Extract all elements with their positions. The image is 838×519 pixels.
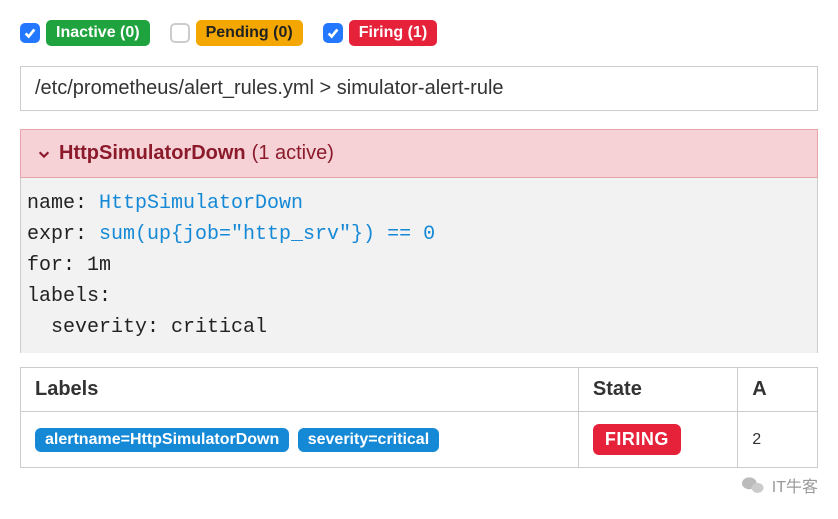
label-alertname-pill: alertname=HttpSimulatorDown: [35, 428, 289, 452]
watermark: IT牛客: [742, 473, 818, 497]
chevron-down-icon: [35, 145, 53, 163]
filter-row: Inactive (0) Pending (0) Firing (1): [20, 20, 818, 46]
code-for-line: for: 1m: [27, 254, 111, 277]
table-header-row: Labels State A: [21, 368, 818, 412]
table-row: alertname=HttpSimulatorDown severity=cri…: [21, 412, 818, 468]
checkbox-pending[interactable]: [170, 23, 190, 43]
cell-last: 2: [738, 412, 818, 468]
code-name-label: name:: [27, 192, 99, 215]
code-expr-label: expr:: [27, 223, 99, 246]
code-name-value: HttpSimulatorDown: [99, 192, 303, 215]
wechat-icon: [742, 476, 764, 494]
check-icon: [326, 26, 340, 40]
alert-header[interactable]: HttpSimulatorDown (1 active): [20, 129, 818, 178]
checkbox-inactive[interactable]: [20, 23, 40, 43]
alerts-table: Labels State A alertname=HttpSimulatorDo…: [20, 367, 818, 468]
filter-pending[interactable]: Pending (0): [170, 20, 303, 46]
pending-badge: Pending (0): [196, 20, 303, 46]
code-labels-line: labels:: [27, 285, 111, 308]
code-expr-value: sum(up{job="http_srv"}) == 0: [99, 223, 435, 246]
cell-state: FIRING: [578, 412, 737, 468]
alert-active-count: (1 active): [252, 142, 334, 165]
header-last: A: [738, 368, 818, 412]
state-badge: FIRING: [593, 424, 681, 455]
alert-rule-code: name: HttpSimulatorDown expr: sum(up{job…: [20, 178, 818, 353]
check-icon: [23, 26, 37, 40]
filter-firing[interactable]: Firing (1): [323, 20, 437, 46]
label-severity-pill: severity=critical: [298, 428, 439, 452]
header-state: State: [578, 368, 737, 412]
code-severity-line: severity: critical: [27, 316, 267, 339]
inactive-badge: Inactive (0): [46, 20, 150, 46]
checkbox-firing[interactable]: [323, 23, 343, 43]
firing-badge: Firing (1): [349, 20, 437, 46]
alert-title: HttpSimulatorDown: [59, 142, 246, 165]
cell-labels: alertname=HttpSimulatorDown severity=cri…: [21, 412, 579, 468]
breadcrumb[interactable]: /etc/prometheus/alert_rules.yml > simula…: [20, 66, 818, 111]
watermark-text: IT牛客: [772, 473, 818, 497]
filter-inactive[interactable]: Inactive (0): [20, 20, 150, 46]
header-labels: Labels: [21, 368, 579, 412]
